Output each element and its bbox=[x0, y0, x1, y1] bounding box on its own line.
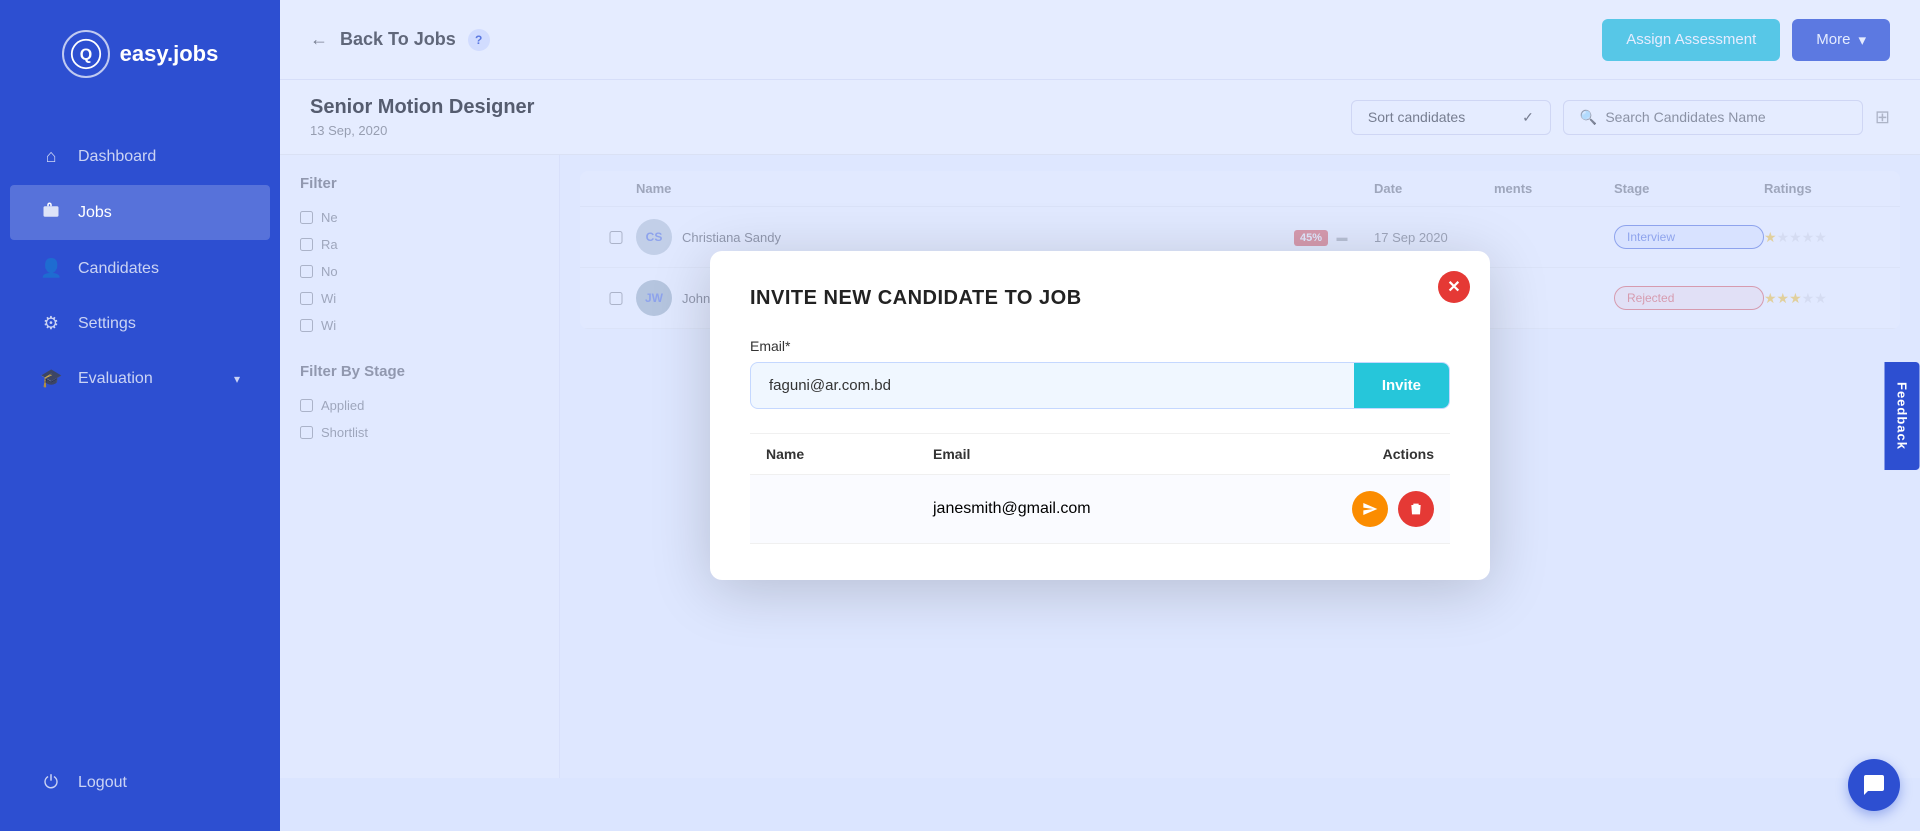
invite-button[interactable]: Invite bbox=[1354, 363, 1449, 408]
sidebar-item-candidates[interactable]: 👤 Candidates bbox=[10, 242, 270, 295]
sidebar-item-label-logout: Logout bbox=[78, 774, 127, 792]
main-content: ← Back To Jobs ? Assign Assessment More … bbox=[280, 0, 1920, 831]
candidates-icon: 👤 bbox=[40, 258, 62, 279]
col-email-header: Email bbox=[933, 446, 1267, 462]
send-invite-button[interactable] bbox=[1352, 491, 1388, 527]
sidebar-item-label-candidates: Candidates bbox=[78, 260, 159, 278]
chat-bubble[interactable] bbox=[1848, 759, 1900, 811]
settings-icon: ⚙ bbox=[40, 313, 62, 334]
invite-modal: ✕ INVITE NEW CANDIDATE TO JOB Email* Inv… bbox=[710, 251, 1490, 580]
evaluation-icon: 🎓 bbox=[40, 368, 62, 389]
sidebar-item-dashboard[interactable]: ⌂ Dashboard bbox=[10, 130, 270, 183]
email-input-row: Invite bbox=[750, 362, 1450, 409]
sidebar-item-settings[interactable]: ⚙ Settings bbox=[10, 297, 270, 350]
logout-icon: ⏻ bbox=[40, 772, 62, 793]
sidebar-item-label-dashboard: Dashboard bbox=[78, 148, 156, 166]
sidebar-item-jobs[interactable]: Jobs bbox=[10, 185, 270, 240]
sidebar-item-label-jobs: Jobs bbox=[78, 204, 112, 222]
delete-invite-button[interactable] bbox=[1398, 491, 1434, 527]
feedback-label: Feedback bbox=[1895, 382, 1910, 450]
sidebar-item-logout[interactable]: ⏻ Logout bbox=[10, 756, 270, 809]
logo-text: easy.jobs bbox=[120, 41, 219, 67]
col-name-header: Name bbox=[766, 446, 933, 462]
sidebar-item-label-settings: Settings bbox=[78, 315, 136, 333]
email-label: Email* bbox=[750, 338, 1450, 354]
modal-close-button[interactable]: ✕ bbox=[1438, 271, 1470, 303]
col-actions-header: Actions bbox=[1267, 446, 1434, 462]
sidebar-item-label-evaluation: Evaluation bbox=[78, 370, 153, 388]
chevron-icon: ▾ bbox=[234, 372, 240, 386]
invite-table-header: Name Email Actions bbox=[750, 433, 1450, 475]
invitee-email: janesmith@gmail.com bbox=[933, 500, 1267, 518]
row-actions bbox=[1267, 491, 1434, 527]
feedback-tab[interactable]: Feedback bbox=[1885, 362, 1920, 470]
sidebar-nav: ⌂ Dashboard Jobs 👤 Candidates ⚙ Settings… bbox=[0, 128, 280, 407]
home-icon: ⌂ bbox=[40, 146, 62, 167]
sidebar-item-evaluation[interactable]: 🎓 Evaluation ▾ bbox=[10, 352, 270, 405]
sidebar-bottom: ⏻ Logout bbox=[0, 754, 280, 831]
logo-icon: Q bbox=[62, 30, 110, 78]
svg-text:Q: Q bbox=[79, 46, 91, 63]
modal-title: INVITE NEW CANDIDATE TO JOB bbox=[750, 287, 1450, 310]
email-input[interactable] bbox=[751, 363, 1354, 408]
sidebar: Q easy.jobs ⌂ Dashboard Jobs 👤 Candidate… bbox=[0, 0, 280, 831]
jobs-icon bbox=[40, 201, 62, 224]
logo: Q easy.jobs bbox=[42, 20, 239, 88]
modal-overlay: ✕ INVITE NEW CANDIDATE TO JOB Email* Inv… bbox=[280, 0, 1920, 831]
invite-table-row: janesmith@gmail.com bbox=[750, 475, 1450, 544]
